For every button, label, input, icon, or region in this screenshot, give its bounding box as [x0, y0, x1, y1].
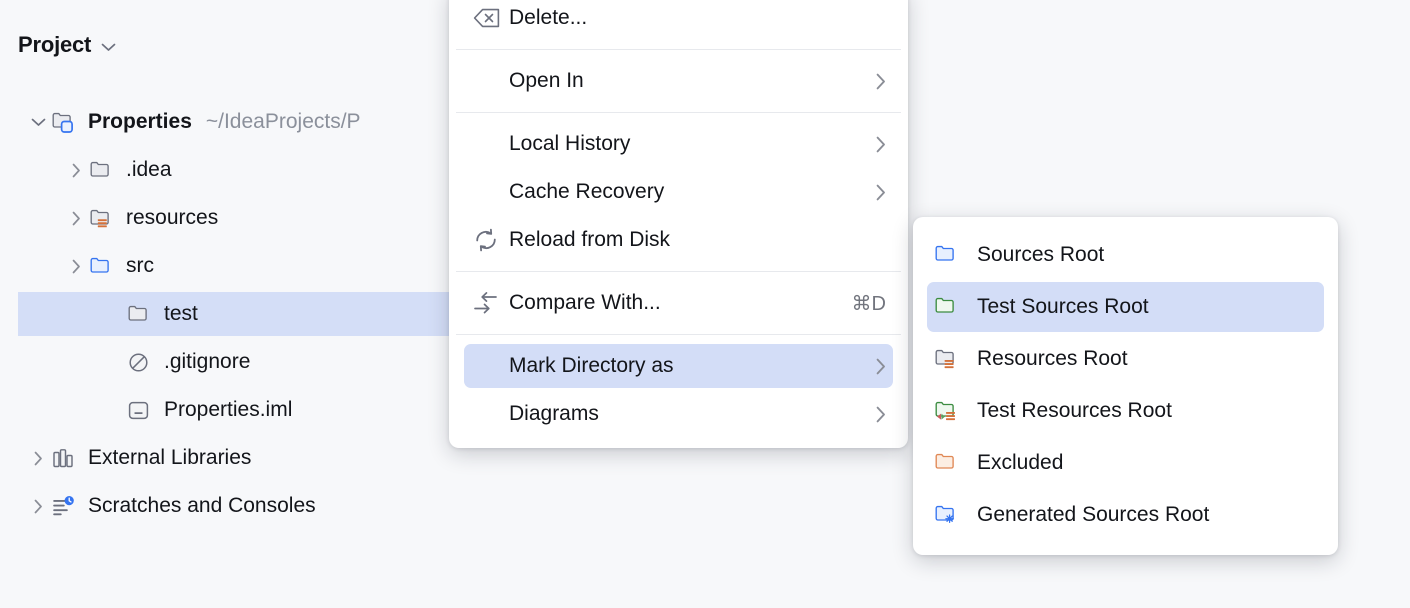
menu-item-label: Diagrams [509, 402, 599, 425]
submenu-item-label: Generated Sources Root [977, 503, 1210, 526]
submenu-item-label: Resources Root [977, 347, 1128, 370]
tree-node-resources[interactable]: resources [0, 194, 460, 242]
menu-separator [456, 334, 901, 335]
tree-node-label: Properties [88, 110, 192, 133]
project-panel-header[interactable]: Project [18, 32, 116, 58]
submenu-item-label: Excluded [977, 451, 1064, 474]
tree-node-src[interactable]: src [0, 242, 460, 290]
reload-icon [471, 228, 501, 252]
gitignore-icon [128, 349, 158, 375]
tree-node-label: Scratches and Consoles [88, 494, 316, 517]
chevron-down-icon[interactable] [101, 43, 116, 52]
tree-node-properties[interactable]: Properties ~/IdeaProjects/P [0, 98, 460, 146]
tree-arrow-placeholder [100, 396, 128, 424]
tree-node-label: External Libraries [88, 446, 252, 469]
tree-node-label: resources [126, 206, 219, 229]
compare-icon [471, 291, 501, 315]
menu-separator [456, 271, 901, 272]
chevron-right-icon [876, 358, 886, 375]
menu-item-label: Compare With... [509, 291, 661, 314]
menu-item-mark-directory-as[interactable]: Mark Directory as [449, 342, 908, 390]
menu-item-diagrams[interactable]: Diagrams [449, 390, 908, 438]
menu-item-label: Reload from Disk [509, 228, 671, 251]
submenu-item-generated-sources-root[interactable]: Generated Sources Root [913, 489, 1338, 541]
submenu-item-label: Test Resources Root [977, 399, 1172, 422]
submenu-item-label: Sources Root [977, 243, 1105, 266]
chevron-down-icon[interactable] [24, 108, 52, 136]
menu-item-open-in[interactable]: Open In [449, 57, 908, 105]
excluded-folder-icon [935, 452, 967, 475]
tree-node-test[interactable]: test [0, 290, 500, 338]
tree-node-label: src [126, 254, 154, 277]
tree-node-external-libraries[interactable]: External Libraries [0, 434, 460, 482]
submenu-item-test-resources-root[interactable]: Test Resources Root [913, 385, 1338, 437]
chevron-right-icon[interactable] [24, 492, 52, 520]
menu-item-reload-from-disk[interactable]: Reload from Disk [449, 216, 908, 264]
delete-key-icon [471, 8, 501, 28]
submenu-item-excluded[interactable]: Excluded [913, 437, 1338, 489]
page-title: Project [18, 32, 92, 57]
chevron-right-icon [876, 136, 886, 153]
submenu-item-label: Test Sources Root [977, 295, 1149, 318]
menu-item-shortcut: ⌘D [851, 292, 886, 315]
menu-item-label: Delete... [509, 6, 588, 29]
chevron-right-icon [876, 73, 886, 90]
chevron-right-icon[interactable] [62, 252, 90, 280]
chevron-right-icon [876, 184, 886, 201]
resources-root-folder-icon [935, 348, 967, 371]
tree-node-label: test [164, 302, 198, 325]
menu-item-compare-with[interactable]: Compare With... ⌘D [449, 279, 908, 327]
menu-item-label: Local History [509, 132, 631, 155]
test-resources-root-folder-icon [935, 400, 967, 423]
menu-item-delete[interactable]: Delete... [449, 0, 908, 42]
test-sources-root-folder-icon [935, 296, 967, 319]
mark-directory-as-submenu[interactable]: Sources Root Test Sources Root Resources R… [913, 217, 1338, 555]
submenu-item-sources-root[interactable]: Sources Root [913, 229, 1338, 281]
menu-item-local-history[interactable]: Local History [449, 120, 908, 168]
menu-separator [456, 49, 901, 50]
sources-root-folder-icon [935, 244, 967, 267]
submenu-item-test-sources-root[interactable]: Test Sources Root [913, 281, 1338, 333]
folder-icon [90, 157, 120, 183]
context-menu[interactable]: Delete... Open In Local History Cache Recov… [449, 0, 908, 448]
resources-folder-icon [90, 205, 120, 231]
sources-folder-icon [90, 253, 120, 279]
tree-node-label: Properties.iml [164, 398, 293, 421]
tree-arrow-placeholder [100, 348, 128, 376]
menu-item-cache-recovery[interactable]: Cache Recovery [449, 168, 908, 216]
menu-item-label: Cache Recovery [509, 180, 665, 203]
tree-node-gitignore[interactable]: .gitignore [0, 338, 460, 386]
tree-node-label: .gitignore [164, 350, 251, 373]
submenu-item-resources-root[interactable]: Resources Root [913, 333, 1338, 385]
iml-file-icon [128, 397, 158, 423]
folder-icon [128, 301, 158, 327]
generated-sources-root-folder-icon [935, 504, 967, 527]
libraries-icon [52, 445, 82, 471]
tree-node-label: .idea [126, 158, 172, 181]
project-folder-icon [52, 109, 82, 135]
tree-arrow-placeholder [100, 300, 128, 328]
project-tree[interactable]: Properties ~/IdeaProjects/P .idea resources… [0, 98, 500, 530]
tree-node-idea[interactable]: .idea [0, 146, 460, 194]
tree-node-scratches-and-consoles[interactable]: Scratches and Consoles [0, 482, 460, 530]
chevron-right-icon [876, 406, 886, 423]
chevron-right-icon[interactable] [62, 204, 90, 232]
menu-separator [456, 112, 901, 113]
chevron-right-icon[interactable] [24, 444, 52, 472]
menu-item-label: Open In [509, 69, 584, 92]
menu-item-label: Mark Directory as [509, 354, 674, 377]
tree-node-properties-iml[interactable]: Properties.iml [0, 386, 460, 434]
chevron-right-icon[interactable] [62, 156, 90, 184]
tree-node-path: ~/IdeaProjects/P [205, 110, 361, 133]
scratches-icon [52, 493, 82, 519]
